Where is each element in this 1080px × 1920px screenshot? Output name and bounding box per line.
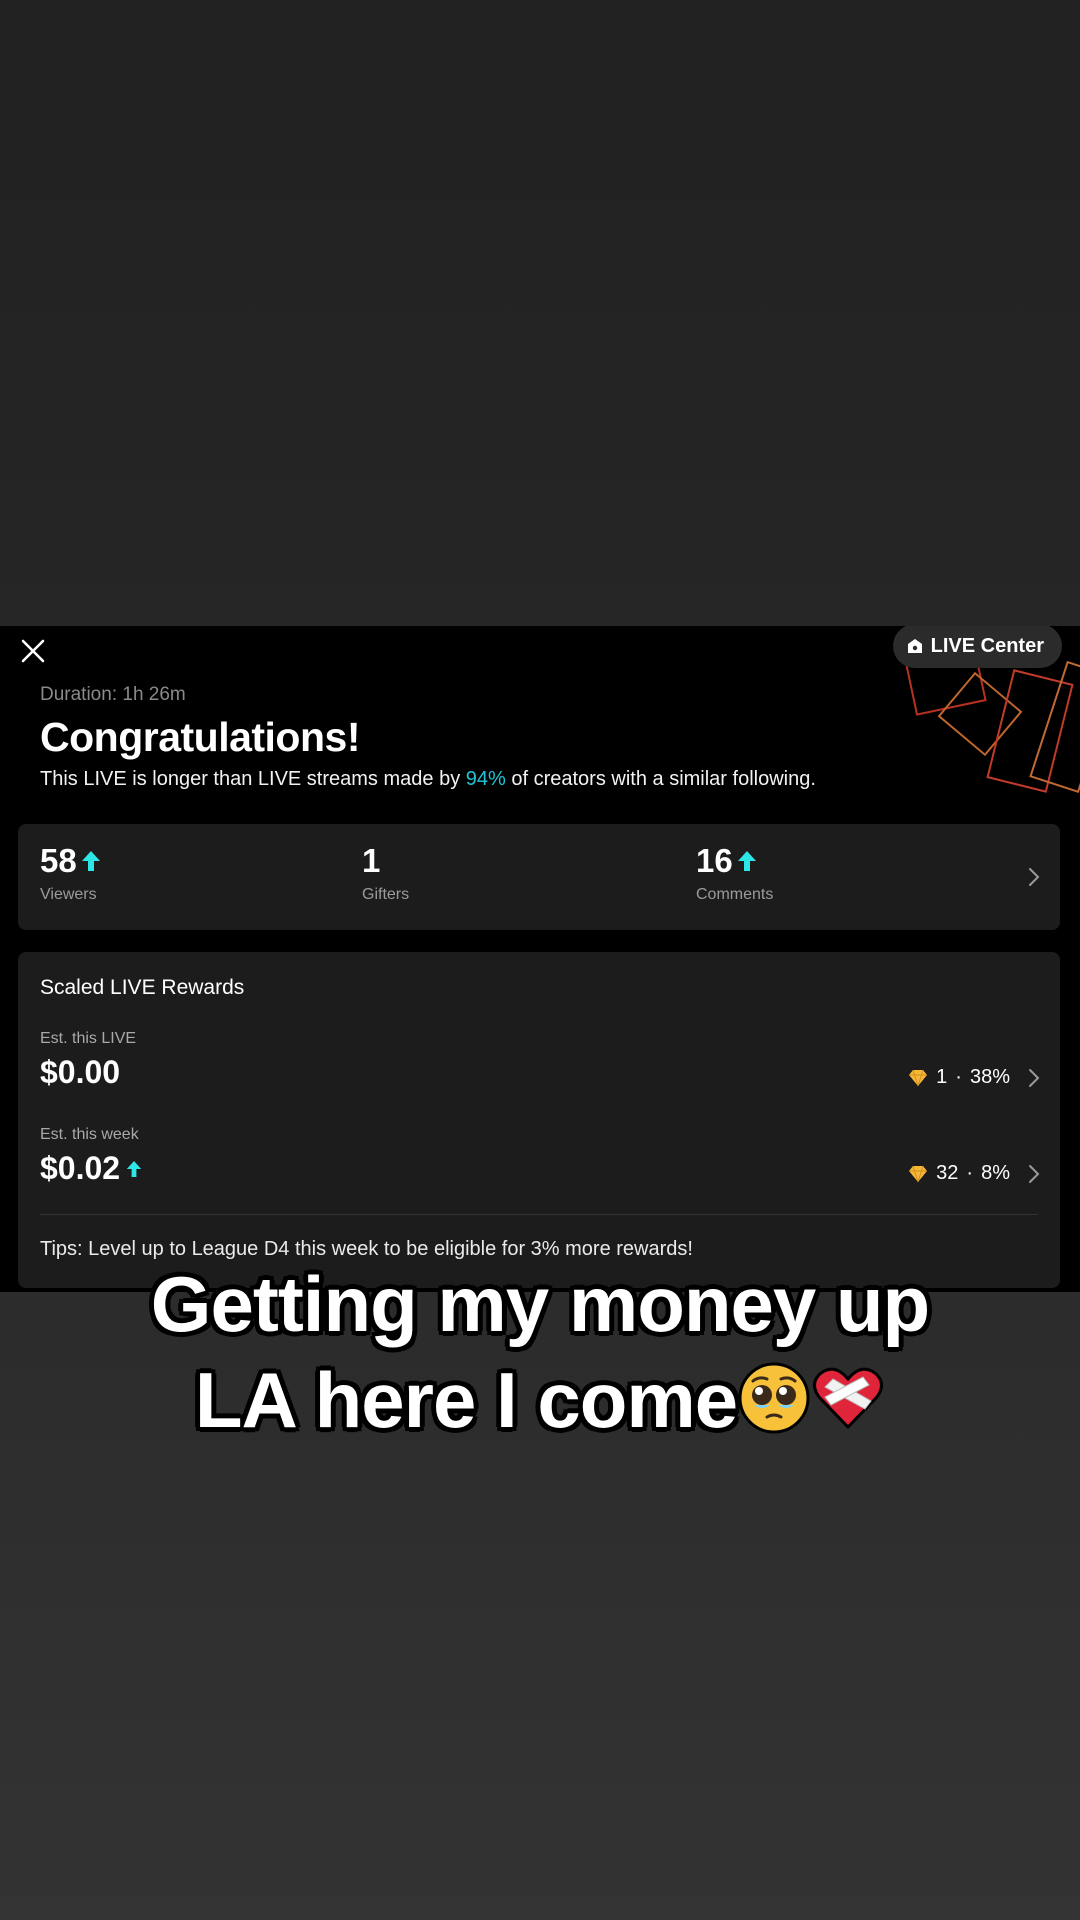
viewers-label: Viewers: [40, 886, 97, 903]
live-center-label: LIVE Center: [930, 634, 1044, 657]
live-center-button[interactable]: LIVE Center: [892, 626, 1062, 668]
scaled-live-rewards-card: Scaled LIVE Rewards Est. this LIVE $0.00…: [18, 952, 1060, 1288]
close-icon[interactable]: [18, 636, 48, 666]
up-arrow-icon: [126, 1160, 142, 1177]
est-week-details[interactable]: 32 · 8%: [908, 1162, 1010, 1185]
chevron-right-icon[interactable]: [1028, 1164, 1040, 1184]
page-title: Congratulations!: [40, 714, 360, 760]
comments-count: 16: [696, 842, 733, 879]
live-center-icon: [907, 639, 922, 653]
est-live-label: Est. this LIVE: [40, 1030, 137, 1047]
gem-icon: [909, 1165, 928, 1182]
est-week-label: Est. this week: [40, 1126, 139, 1143]
percentile-highlight: 94%: [465, 768, 506, 790]
pleading-face-emoji: [738, 1362, 810, 1434]
live-duration: Duration: 1h 26m: [40, 684, 186, 705]
live-percent: 38%: [969, 1066, 1010, 1088]
viewers-count: 58: [40, 842, 77, 879]
up-arrow-icon: [81, 851, 100, 871]
gem-icon: [909, 1069, 928, 1086]
gifters-label: Gifters: [362, 886, 410, 903]
chevron-right-icon[interactable]: [1028, 867, 1040, 887]
live-gems: 1: [936, 1066, 948, 1088]
up-arrow-icon: [737, 851, 756, 871]
week-gems: 32: [936, 1162, 959, 1184]
mending-heart-emoji: [813, 1367, 884, 1430]
comments-label: Comments: [696, 886, 774, 903]
performance-message: This LIVE is longer than LIVE streams ma…: [40, 768, 816, 790]
stat-comments: 16 Comments: [696, 842, 773, 904]
est-live-details[interactable]: 1 · 38%: [908, 1066, 1010, 1089]
video-caption: Getting my money up LA here I come: [0, 1256, 1080, 1448]
caption-line-1: Getting my money up: [150, 1260, 930, 1348]
divider: [40, 1214, 1038, 1215]
live-stats-card[interactable]: 58 Viewers 1 Gifters 16 Comments: [18, 824, 1060, 930]
stat-gifters: 1 Gifters: [362, 842, 409, 904]
week-separator: ·: [966, 1162, 974, 1184]
live-separator: ·: [955, 1066, 962, 1088]
est-week-amount: $0.02: [40, 1150, 142, 1187]
gifters-count: 1: [362, 842, 381, 879]
chevron-right-icon[interactable]: [1028, 1068, 1040, 1088]
est-live-amount: $0.00: [40, 1054, 121, 1090]
stat-viewers: 58 Viewers: [40, 842, 101, 904]
caption-line-2: LA here I come: [0, 1352, 1080, 1448]
rewards-title: Scaled LIVE Rewards: [40, 976, 245, 999]
week-percent: 8%: [981, 1162, 1010, 1184]
live-summary-panel: LIVE Center Duration: 1h 26m Congratulat…: [0, 626, 1080, 1292]
